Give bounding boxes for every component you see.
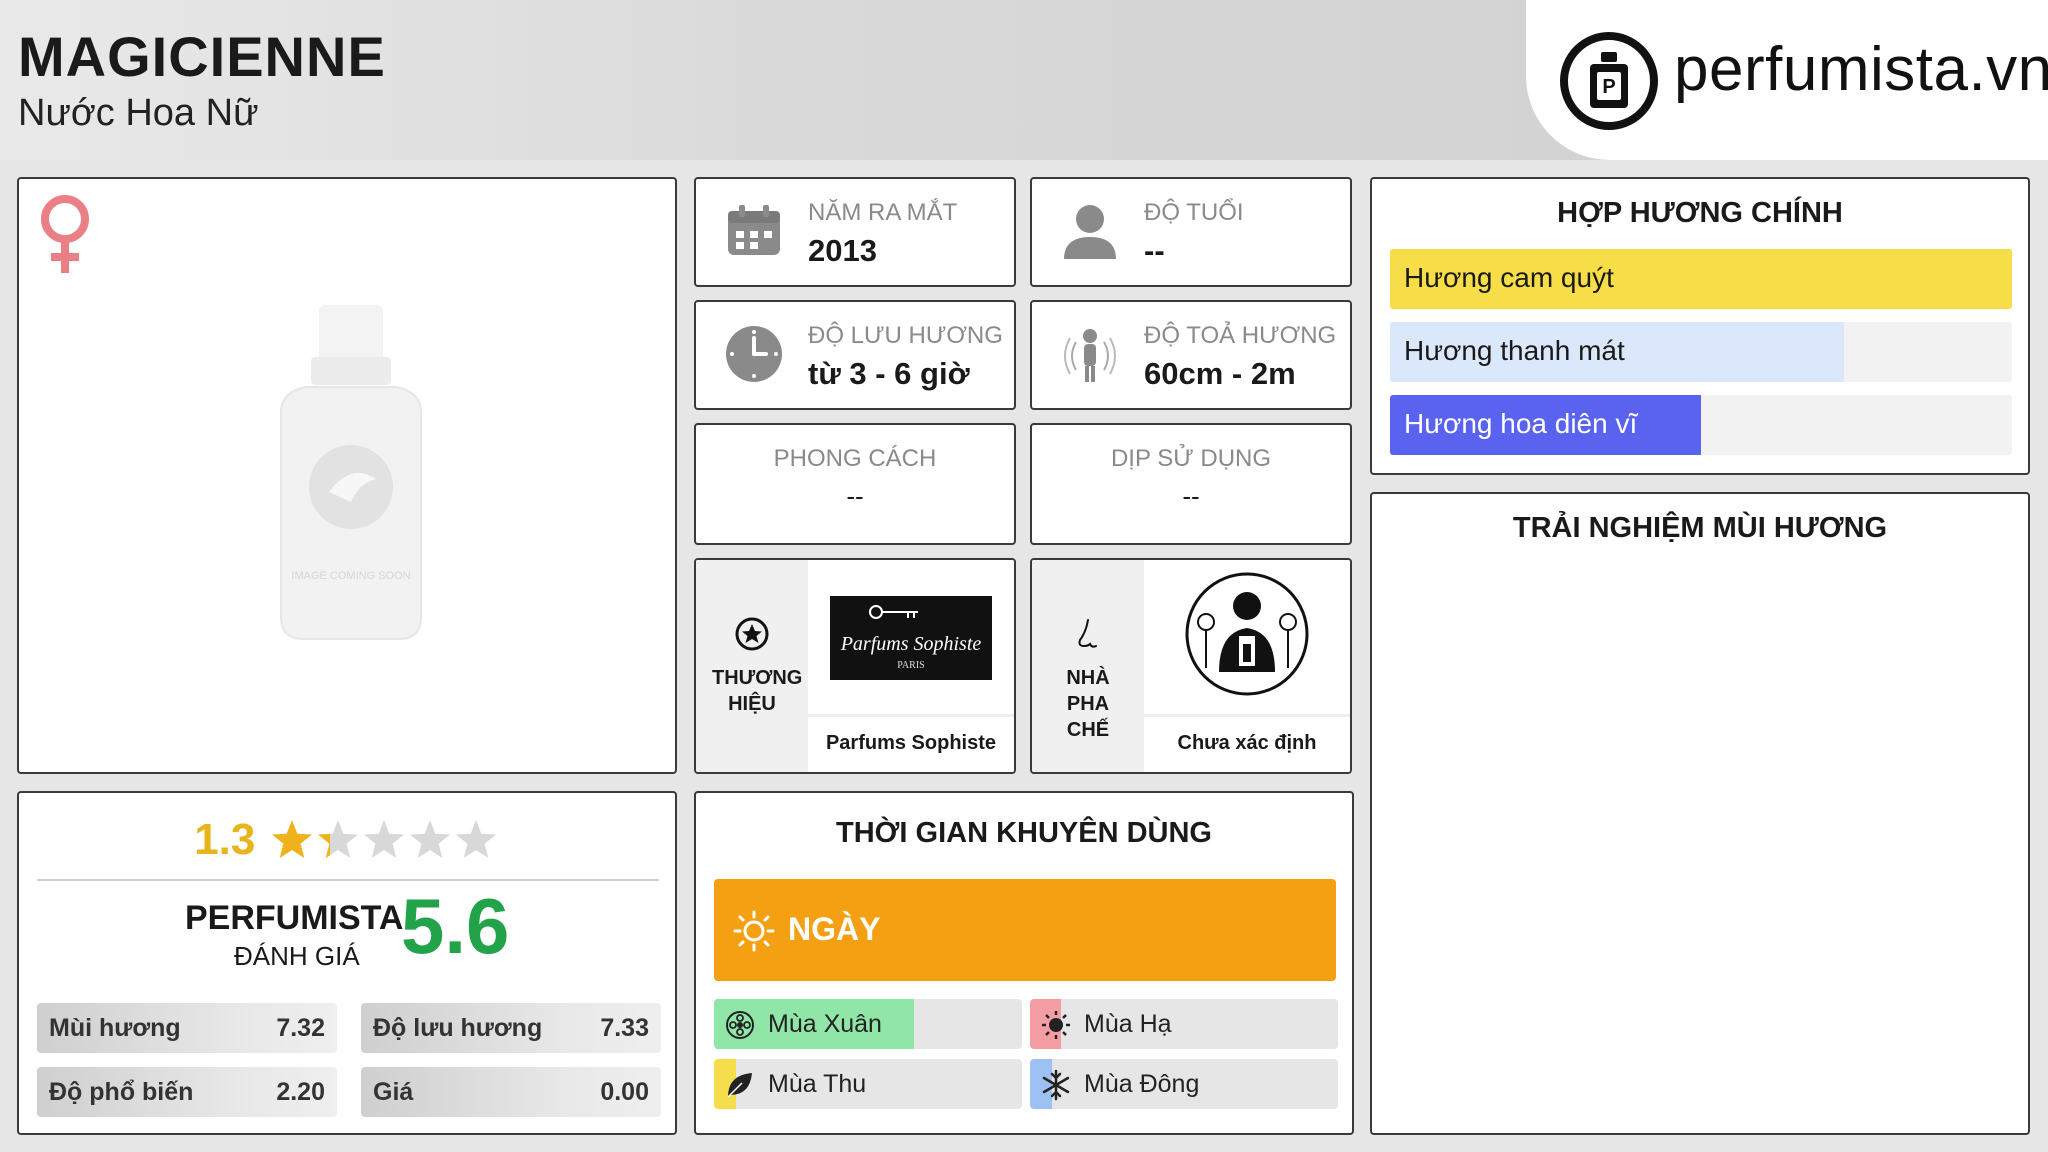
snowflake-icon xyxy=(1042,1069,1070,1101)
metric-scent: Mùi hương 7.32 xyxy=(37,1003,337,1053)
brand-side: THƯƠNG HIỆU xyxy=(696,560,808,772)
season-label: Mùa Hạ xyxy=(1084,1010,1172,1038)
longevity-card: ĐỘ LƯU HƯƠNG từ 3 - 6 giờ xyxy=(694,300,1016,410)
accord-bar-1: Hương thanh mát xyxy=(1390,322,2012,382)
age-value: -- xyxy=(1144,233,1165,268)
metric-longevity: Độ lưu hương 7.33 xyxy=(361,1003,661,1053)
style-label: PHONG CÁCH xyxy=(773,445,937,472)
metric-price: Giá 0.00 xyxy=(361,1067,661,1117)
occasion-label: DỊP SỬ DỤNG xyxy=(1110,445,1272,472)
age-label: ĐỘ TUỔI xyxy=(1144,199,1244,226)
sun-outline-icon xyxy=(733,910,775,952)
season-summer: Mùa Hạ xyxy=(1030,999,1338,1049)
recommended-time-card: THỜI GIAN KHUYÊN DÙNG NGÀY Mùa Xuân Mùa … xyxy=(694,791,1354,1135)
metric-label: Mùi hương xyxy=(49,1014,181,1042)
perfumer-side: NHÀ PHA CHẾ xyxy=(1032,560,1144,772)
perfumer-avatar-image xyxy=(1144,560,1350,714)
season-label: Mùa Thu xyxy=(768,1070,867,1098)
rating-star xyxy=(317,820,358,858)
female-symbol-icon xyxy=(41,195,89,273)
perfumista-label: PERFUMISTA xyxy=(185,899,404,937)
perfumer-name: Chưa xác định xyxy=(1144,714,1350,772)
metric-popularity: Độ phổ biến 2.20 xyxy=(37,1067,337,1117)
rating-star xyxy=(455,820,496,858)
accord-label-2: Hương hoa diên vĩ xyxy=(1404,408,1638,439)
calendar-icon xyxy=(728,205,780,255)
page-header: MAGICIENNE Nước Hoa Nữ P perfumista.vn xyxy=(0,0,2048,160)
day-label: NGÀY xyxy=(788,911,881,947)
season-label: Mùa Đông xyxy=(1084,1070,1200,1098)
day-bar: NGÀY xyxy=(714,879,1336,981)
rating-stars xyxy=(271,820,496,858)
logo-text: perfumista.vn xyxy=(1674,35,2048,104)
season-autumn: Mùa Thu xyxy=(714,1059,1022,1109)
perfumer-tile[interactable]: NHÀ PHA CHẾ Chưa xác định xyxy=(1030,558,1352,774)
usage-time-title: THỜI GIAN KHUYÊN DÙNG xyxy=(836,817,1212,849)
launch-year-card: NĂM RA MẮT 2013 xyxy=(694,177,1016,287)
sillage-icon xyxy=(1064,329,1116,382)
brand-logo-image: Parfums Sophiste PARIS xyxy=(808,560,1014,714)
accord-label-0: Hương cam quýt xyxy=(1404,262,1614,293)
style-card: PHONG CÁCH -- xyxy=(694,423,1016,545)
longevity-label: ĐỘ LƯU HƯƠNG xyxy=(808,322,1003,349)
occasion-card: DỊP SỬ DỤNG -- xyxy=(1030,423,1352,545)
placeholder-bottle-image: IMAGE COMING SOON xyxy=(280,305,422,640)
metric-value: 0.00 xyxy=(600,1078,649,1106)
star-circle-icon xyxy=(735,617,769,651)
user-rating-row: 1.3 xyxy=(19,815,675,865)
perfume-title: MAGICIENNE xyxy=(18,25,386,88)
svg-text:P: P xyxy=(1602,76,1615,98)
review-label: ĐÁNH GIÁ xyxy=(234,941,360,971)
accords-title: HỢP HƯƠNG CHÍNH xyxy=(1557,197,1843,229)
rating-divider xyxy=(37,879,659,881)
rating-star xyxy=(409,820,450,858)
perfumista-score: 5.6 xyxy=(401,882,510,970)
experience-title: TRẢI NGHIỆM MÙI HƯƠNG xyxy=(1512,512,1888,544)
rating-star xyxy=(363,820,404,858)
metric-label: Độ lưu hương xyxy=(373,1014,543,1042)
rating-card: 1.3 PERFUMISTA ĐÁNH GIÁ 5.6 Mùi hương 7.… xyxy=(17,791,677,1135)
main-accords-card: HỢP HƯƠNG CHÍNH Hương cam quýt Hương tha… xyxy=(1370,177,2030,475)
metric-label: Độ phổ biến xyxy=(49,1078,194,1106)
perfume-subtitle: Nước Hoa Nữ xyxy=(18,92,259,134)
placeholder-text: IMAGE COMING SOON xyxy=(291,570,410,582)
clock-icon xyxy=(726,326,782,382)
metric-label: Giá xyxy=(373,1078,414,1106)
longevity-value: từ 3 - 6 giờ xyxy=(808,356,970,391)
occasion-value: -- xyxy=(1182,481,1200,511)
person-icon xyxy=(1064,205,1116,259)
scent-experience-card: TRẢI NGHIỆM MÙI HƯƠNG xyxy=(1370,492,2030,1135)
brand-name: Parfums Sophiste xyxy=(808,714,1014,772)
season-label: Mùa Xuân xyxy=(768,1010,882,1038)
accord-label-1: Hương thanh mát xyxy=(1404,335,1625,366)
nose-icon xyxy=(1078,619,1097,648)
sun-icon xyxy=(1042,1011,1070,1039)
perfumer-label: NHÀ PHA CHẾ xyxy=(1066,667,1110,741)
style-value: -- xyxy=(846,481,864,511)
sillage-value: 60cm - 2m xyxy=(1144,356,1296,391)
sillage-label: ĐỘ TOẢ HƯƠNG xyxy=(1144,322,1337,349)
site-logo[interactable]: P perfumista.vn xyxy=(1526,0,2048,160)
metric-value: 7.32 xyxy=(276,1014,325,1042)
accord-bar-0: Hương cam quýt xyxy=(1390,249,2012,309)
metric-value: 2.20 xyxy=(276,1078,325,1106)
age-card: ĐỘ TUỔI -- xyxy=(1030,177,1352,287)
product-image-card: IMAGE COMING SOON xyxy=(17,177,677,774)
brand-logo-title: Parfums Sophiste xyxy=(840,633,982,655)
launch-year-label: NĂM RA MẮT xyxy=(808,199,958,226)
sillage-card: ĐỘ TOẢ HƯƠNG 60cm - 2m xyxy=(1030,300,1352,410)
brand-tile[interactable]: THƯƠNG HIỆU Parfums Sophiste PARIS Parfu… xyxy=(694,558,1016,774)
season-spring: Mùa Xuân xyxy=(714,999,1022,1049)
season-winter: Mùa Đông xyxy=(1030,1059,1338,1109)
accord-bar-2: Hương hoa diên vĩ xyxy=(1390,395,2012,455)
logo-bottle-icon: P xyxy=(1560,32,1658,130)
launch-year-value: 2013 xyxy=(808,233,877,268)
flower-icon xyxy=(726,1011,754,1039)
user-rating-value: 1.3 xyxy=(194,815,256,864)
metric-value: 7.33 xyxy=(600,1014,649,1042)
leaf-icon xyxy=(727,1073,752,1098)
rating-star xyxy=(271,820,312,858)
brand-logo-sub: PARIS xyxy=(897,660,924,671)
brand-label: THƯƠNG HIỆU xyxy=(712,667,803,715)
